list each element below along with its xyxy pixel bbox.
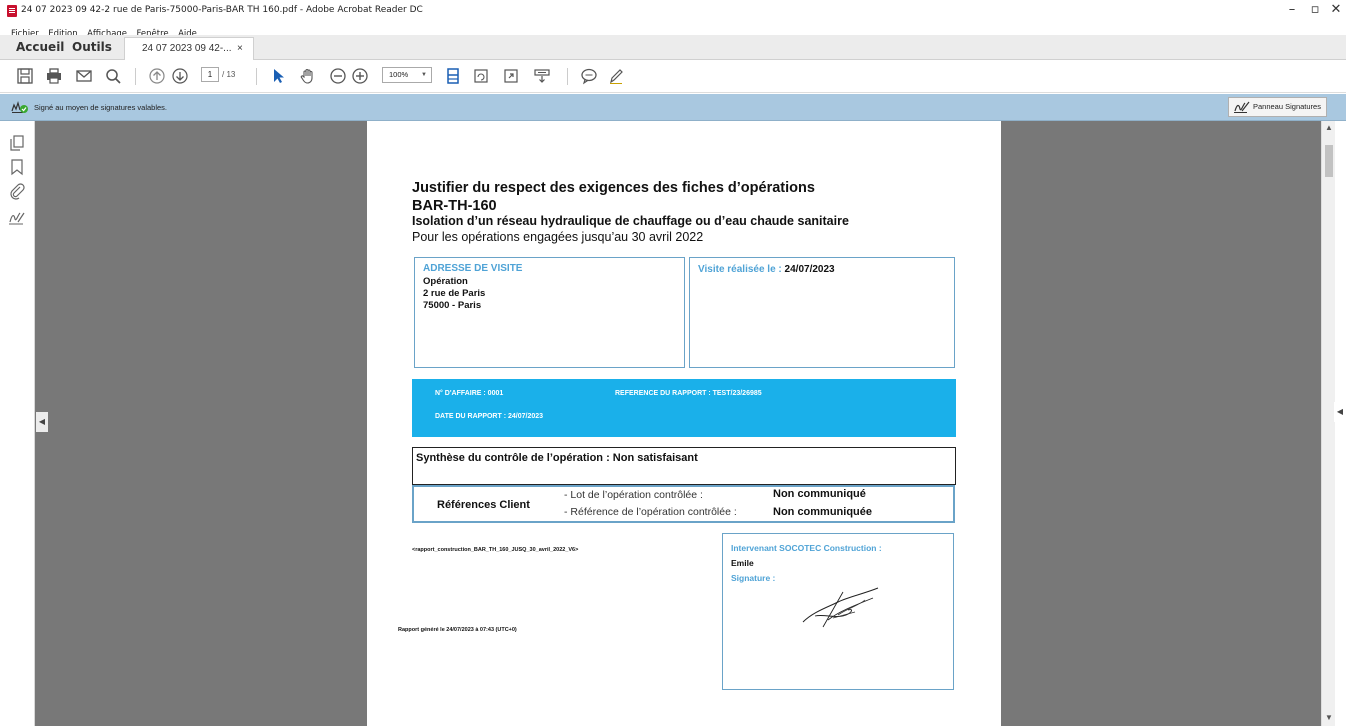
acrobat-app-icon — [7, 5, 17, 17]
menu-bar: Fichier Edition Affichage Fenêtre Aide — [0, 21, 1346, 39]
signature-panel-button[interactable]: Panneau Signatures — [1228, 97, 1327, 117]
window-title: 24 07 2023 09 42-2 rue de Paris-75000-Pa… — [21, 5, 423, 15]
synthesis-text: Synthèse du contrôle de l’opération : No… — [416, 452, 698, 464]
visit-box: Visite réalisée le : 24/07/2023 — [689, 257, 955, 368]
tab-bar: Accueil Outils 24 07 2023 09 42-... × — [0, 35, 1346, 60]
close-tab-icon[interactable]: × — [237, 43, 243, 54]
left-panel-toggle[interactable]: ◀ — [36, 412, 48, 432]
email-icon[interactable] — [74, 67, 94, 85]
address-label: ADRESSE DE VISITE — [423, 263, 523, 274]
template-name: <rapport_construction_BAR_TH_160_JUSQ_30… — [412, 547, 579, 553]
report-date: DATE DU RAPPORT : 24/07/2023 — [435, 413, 544, 420]
address-box: ADRESSE DE VISITE Opération 2 rue de Par… — [414, 257, 685, 368]
prev-page-icon[interactable] — [147, 67, 167, 85]
intervenant-box: Intervenant SOCOTEC Construction : Emile… — [722, 533, 954, 690]
zoom-value: 100% — [389, 70, 409, 79]
client-references-box: Références Client - Lot de l’opération c… — [412, 485, 955, 523]
document-scope: Pour les opérations engagées jusqu’au 30… — [412, 230, 704, 244]
page-number-input[interactable]: 1 — [201, 67, 219, 82]
signature-icon[interactable] — [8, 209, 26, 227]
reference-value: Non communiquée — [773, 506, 873, 518]
signature-valid-icon — [11, 100, 28, 113]
search-icon[interactable] — [103, 67, 123, 85]
left-navigation-rail — [0, 121, 35, 726]
client-references-label: Références Client — [437, 499, 530, 511]
pen-icon[interactable] — [606, 67, 626, 85]
pdf-page: Justifier du respect des exigences des f… — [367, 121, 1001, 726]
document-title: Justifier du respect des exigences des f… — [412, 180, 815, 196]
vertical-scrollbar[interactable]: ▲ ▼ — [1321, 121, 1335, 726]
scroll-up-icon[interactable]: ▲ — [1322, 123, 1336, 132]
visit-label: Visite réalisée le : 24/07/2023 — [698, 264, 835, 275]
reference-label: - Référence de l’opération contrôlée : — [564, 506, 737, 518]
scrollbar-thumb[interactable] — [1325, 145, 1333, 177]
tab-document[interactable]: 24 07 2023 09 42-... × — [124, 37, 254, 60]
save-icon[interactable] — [15, 67, 35, 85]
attachment-icon[interactable] — [8, 182, 26, 200]
tab-document-label: 24 07 2023 09 42-... — [142, 43, 232, 54]
comment-icon[interactable] — [579, 67, 599, 85]
zoom-in-icon[interactable] — [350, 67, 370, 85]
signature-panel-label: Panneau Signatures — [1253, 102, 1321, 111]
select-arrow-icon[interactable] — [268, 67, 288, 85]
handwritten-signature — [802, 587, 879, 628]
address-line: 75000 - Paris — [423, 300, 482, 311]
scroll-mode-icon[interactable] — [532, 67, 552, 85]
zoom-select[interactable]: 100% ▼ — [382, 67, 432, 83]
tab-accueil[interactable]: Accueil — [16, 40, 64, 54]
intervenant-name: Emile — [731, 558, 754, 568]
print-icon[interactable] — [44, 67, 64, 85]
signature-banner: Signé au moyen de signatures valables. P… — [0, 94, 1346, 121]
fit-page-icon[interactable] — [443, 67, 463, 85]
synthesis-box: Synthèse du contrôle de l’opération : No… — [412, 447, 956, 485]
zoom-out-icon[interactable] — [328, 67, 348, 85]
right-panel-toggle[interactable]: ◀ — [1334, 402, 1346, 422]
bookmark-icon[interactable] — [8, 158, 26, 176]
report-reference: REFERENCE DU RAPPORT : TEST/23/26985 — [615, 390, 762, 397]
visit-date: 24/07/2023 — [784, 264, 835, 275]
signature-label: Signature : — [731, 573, 776, 583]
lot-value: Non communiqué — [773, 488, 866, 500]
signature-pen-icon — [1234, 101, 1250, 113]
lot-label: - Lot de l’opération contrôlée : — [564, 489, 703, 501]
document-subtitle: Isolation d’un réseau hydraulique de cha… — [412, 214, 849, 228]
fullscreen-icon[interactable] — [501, 67, 521, 85]
next-page-icon[interactable] — [170, 67, 190, 85]
hand-icon[interactable] — [298, 67, 318, 85]
right-panel-edge — [1335, 121, 1346, 726]
scroll-down-icon[interactable]: ▼ — [1322, 713, 1336, 722]
affaire-number: N° D'AFFAIRE : 0001 — [435, 390, 504, 397]
rotate-icon[interactable] — [471, 67, 491, 85]
close-window-button[interactable]: ✕ — [1322, 2, 1346, 17]
report-info-bar: N° D'AFFAIRE : 0001 REFERENCE DU RAPPORT… — [412, 379, 956, 437]
pages-icon[interactable] — [8, 134, 26, 152]
generated-timestamp: Rapport généré le 24/07/2023 à 07:43 (UT… — [398, 627, 517, 633]
intervenant-label: Intervenant SOCOTEC Construction : — [731, 543, 882, 553]
chevron-down-icon: ▼ — [421, 72, 427, 78]
document-code: BAR-TH-160 — [412, 198, 497, 214]
address-line: Opération — [423, 276, 468, 287]
tab-outils[interactable]: Outils — [72, 40, 112, 54]
page-total: / 13 — [222, 70, 236, 79]
window-title-bar: 24 07 2023 09 42-2 rue de Paris-75000-Pa… — [0, 0, 1346, 22]
address-line: 2 rue de Paris — [423, 288, 486, 299]
signature-status-text: Signé au moyen de signatures valables. — [34, 103, 168, 112]
